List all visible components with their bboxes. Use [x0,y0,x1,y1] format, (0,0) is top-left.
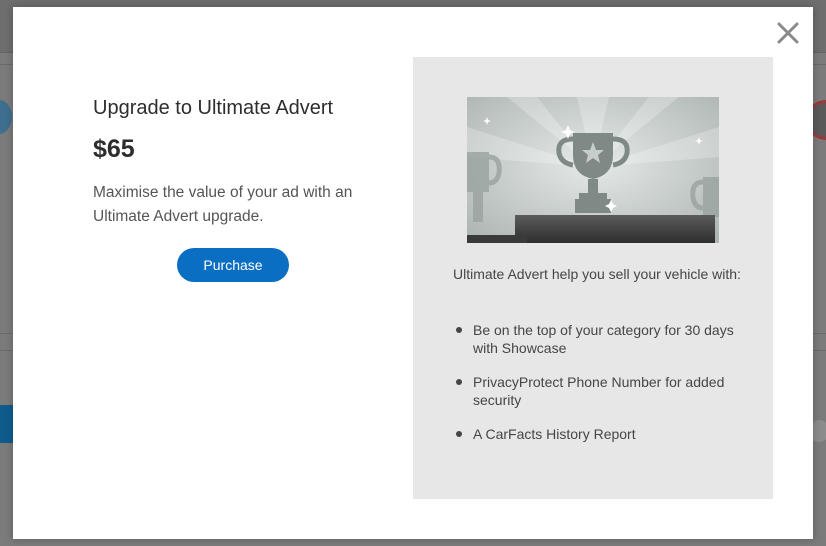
list-item: A CarFacts History Report [453,425,743,443]
upgrade-description: Maximise the value of your ad with an Ul… [93,184,353,225]
list-item: Be on the top of your category for 30 da… [453,321,743,357]
purchase-button[interactable]: Purchase [177,248,289,282]
list-item: PrivacyProtect Phone Number for added se… [453,373,743,409]
feature-text: Be on the top of your category for 30 da… [473,322,734,356]
bullet-icon [456,431,462,437]
bullet-icon [456,379,462,385]
feature-text: A CarFacts History Report [473,426,636,442]
close-icon[interactable] [774,19,802,47]
benefits-panel: Ultimate Advert help you sell your vehic… [413,57,773,499]
background-icon [0,100,12,134]
modal-title: Upgrade to Ultimate Advert [93,97,334,119]
feature-text: PrivacyProtect Phone Number for added se… [473,374,725,408]
benefits-list: Be on the top of your category for 30 da… [453,321,743,459]
price: $65 [93,135,135,163]
trophy-icon [467,97,719,243]
benefits-intro: Ultimate Advert help you sell your vehic… [453,266,741,282]
bullet-icon [456,327,462,333]
upgrade-modal: Upgrade to Ultimate Advert $65 Maximise … [13,7,813,539]
